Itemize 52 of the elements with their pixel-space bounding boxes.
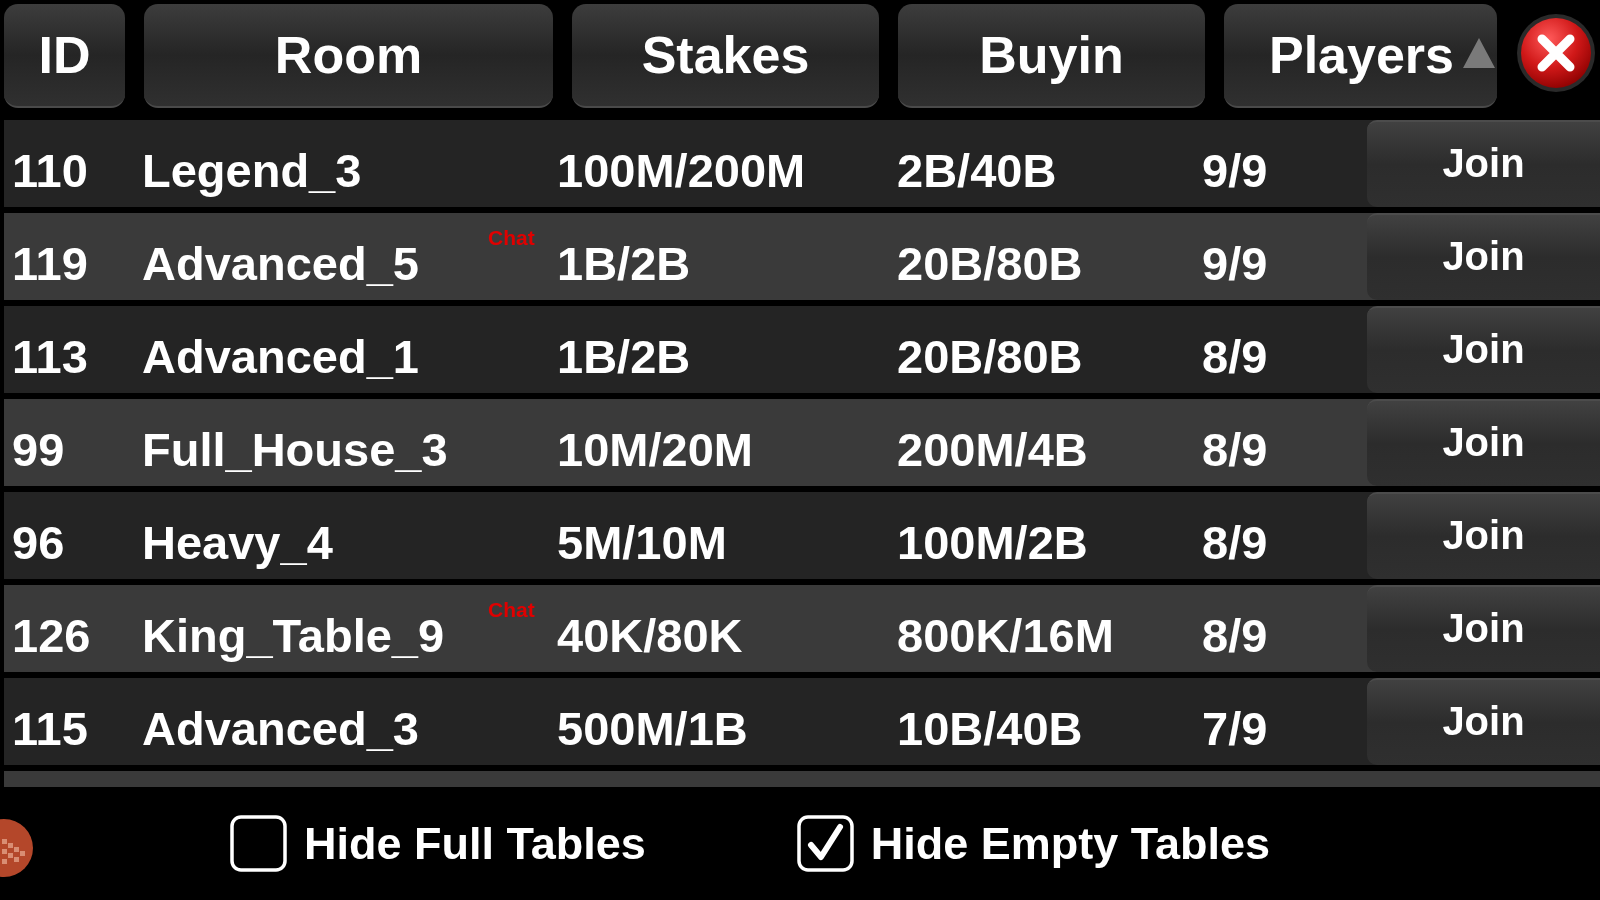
table-cell: 9/9 (1202, 240, 1268, 287)
column-header[interactable]: Stakes (572, 4, 879, 108)
table-cell: 500M/1B (557, 705, 748, 752)
table-cell: 10B/40B (897, 705, 1083, 752)
table-cell: 20B/80B (897, 333, 1083, 380)
table-cell: 8/9 (1202, 426, 1268, 473)
table-cell: 1B/2B (557, 333, 691, 380)
table-cell-text: Advanced_1 (142, 329, 419, 380)
join-button[interactable]: Join (1367, 306, 1600, 393)
table-cell: 1B/2B (557, 240, 691, 287)
table-cell: 800K/16M (897, 612, 1114, 659)
table-cell: 40K/80K (557, 612, 743, 659)
table-cell: 8/9 (1202, 333, 1268, 380)
table-cell: 8/9 (1202, 519, 1268, 566)
table-cell: 9/9 (1202, 147, 1268, 194)
table-cell: 7/9 (1202, 705, 1268, 752)
chat-label: Chat (488, 599, 535, 620)
table-cell: 96 (12, 519, 65, 566)
table-cell: 119 (12, 240, 88, 287)
checkbox[interactable] (230, 815, 287, 872)
table-cell: 8/9 (1202, 612, 1268, 659)
chat-label: Chat (488, 227, 535, 248)
column-header[interactable]: ID (4, 4, 125, 108)
checkbox-label[interactable]: Hide Empty Tables (870, 821, 1270, 866)
checkbox-label[interactable]: Hide Full Tables (304, 821, 646, 866)
table-cell-text: Advanced_5 (142, 236, 419, 287)
table-cell: 5M/10M (557, 519, 727, 566)
table-cell: 20B/80B (897, 240, 1083, 287)
join-button[interactable]: Join (1367, 213, 1600, 300)
column-header[interactable]: Buyin (898, 4, 1205, 108)
join-button[interactable]: Join (1367, 678, 1600, 765)
table-cell: 10M/20M (557, 426, 753, 473)
table-cell: 100M/2B (897, 519, 1088, 566)
table-cell: 110 (12, 147, 88, 194)
table-cell: 113 (12, 333, 88, 380)
checkbox[interactable] (796, 815, 854, 872)
table-cell: 200M/4B (897, 426, 1088, 473)
table-cell: 115 (12, 705, 88, 752)
table-cell: 126 (12, 612, 91, 659)
table-cell-text: Advanced_3 (142, 701, 419, 752)
column-header[interactable]: Room (144, 4, 553, 108)
close-icon (1516, 13, 1596, 93)
close-button[interactable] (1516, 13, 1596, 93)
join-button[interactable]: Join (1367, 120, 1600, 207)
join-button[interactable]: Join (1367, 492, 1600, 579)
join-button[interactable]: Join (1367, 585, 1600, 672)
join-button[interactable]: Join (1367, 399, 1600, 486)
table-cell: 100M/200M (557, 147, 806, 194)
table-cell: 99 (12, 426, 65, 473)
table-cell: 2B/40B (897, 147, 1057, 194)
column-header[interactable]: Players (1224, 4, 1497, 108)
table-cell-text: Full_House_3 (142, 422, 448, 473)
